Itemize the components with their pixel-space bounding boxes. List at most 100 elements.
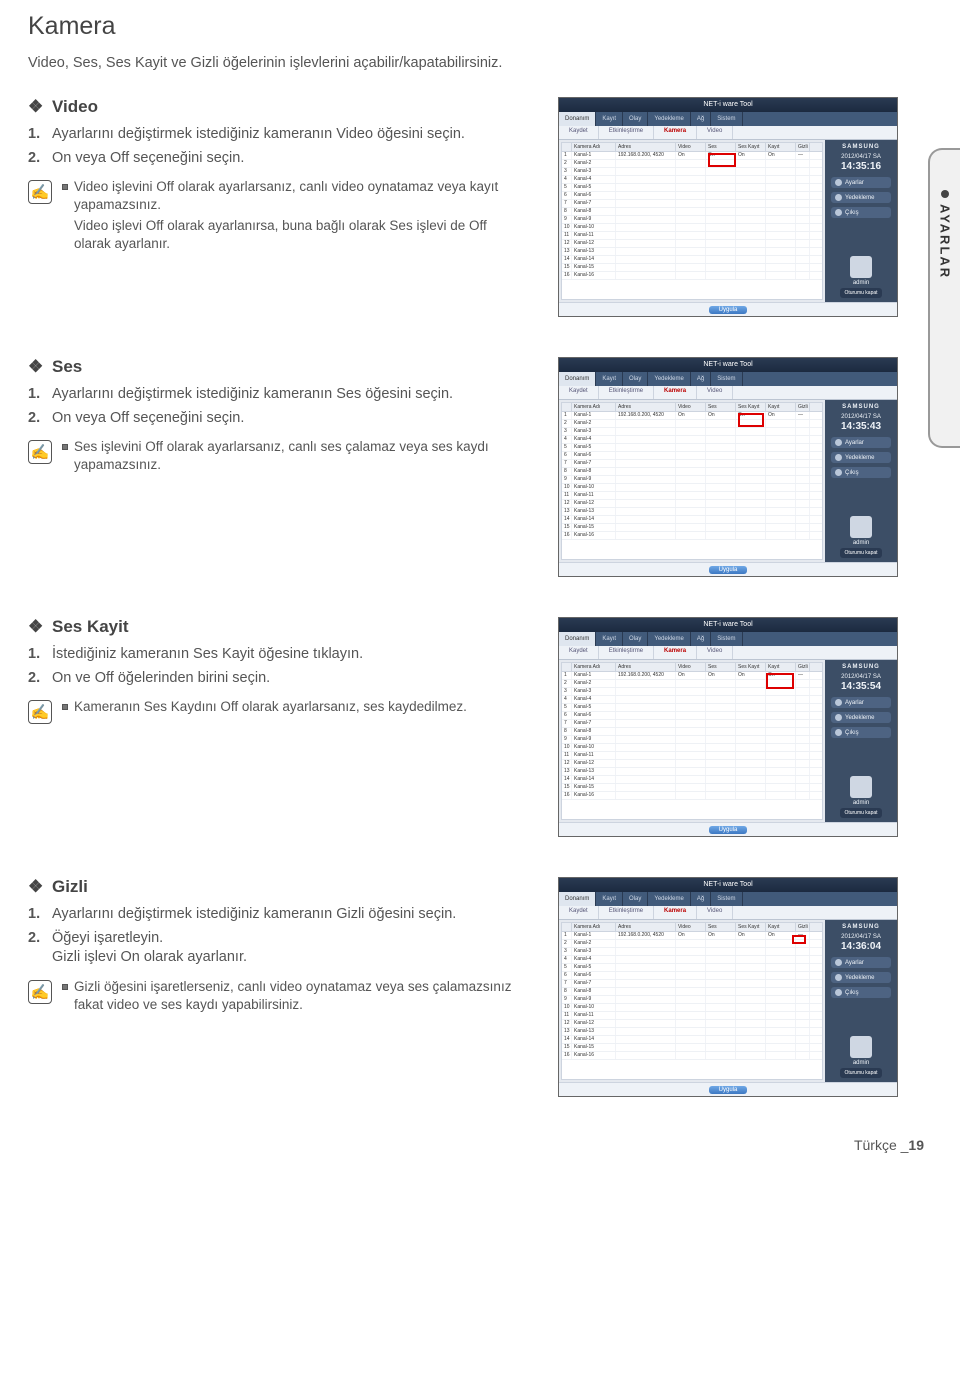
sub-tab[interactable]: Video — [697, 906, 733, 919]
grid-row[interactable]: 15Kanal-15 — [562, 264, 822, 272]
grid-row[interactable]: 12Kanal-12 — [562, 760, 822, 768]
grid-row[interactable]: 8Kanal-8 — [562, 468, 822, 476]
side-button[interactable]: Ayarlar — [831, 697, 891, 708]
grid-row[interactable]: 5Kanal-5 — [562, 704, 822, 712]
grid-row[interactable]: 1Kanal-1192.168.0.200, 4520OnOnOnOn— — [562, 932, 822, 940]
grid-row[interactable]: 5Kanal-5 — [562, 964, 822, 972]
grid-row[interactable]: 12Kanal-12 — [562, 240, 822, 248]
grid-row[interactable]: 5Kanal-5 — [562, 184, 822, 192]
top-tab[interactable]: Donanım — [559, 372, 596, 386]
sub-tab[interactable]: Kamera — [654, 386, 697, 399]
grid-row[interactable]: 13Kanal-13 — [562, 508, 822, 516]
grid-row[interactable]: 9Kanal-9 — [562, 476, 822, 484]
grid-row[interactable]: 10Kanal-10 — [562, 744, 822, 752]
side-button[interactable]: Yedekleme — [831, 972, 891, 983]
logout-button[interactable]: Oturumu kapat — [840, 288, 881, 298]
top-tab[interactable]: Sistem — [711, 112, 742, 126]
grid-row[interactable]: 16Kanal-16 — [562, 1052, 822, 1060]
top-tab[interactable]: Ağ — [691, 632, 711, 646]
grid-row[interactable]: 15Kanal-15 — [562, 784, 822, 792]
apply-button[interactable]: Uygula — [709, 826, 748, 834]
grid-row[interactable]: 16Kanal-16 — [562, 792, 822, 800]
grid-row[interactable]: 11Kanal-11 — [562, 1012, 822, 1020]
grid-row[interactable]: 15Kanal-15 — [562, 1044, 822, 1052]
apply-button[interactable]: Uygula — [709, 1086, 748, 1094]
grid-row[interactable]: 7Kanal-7 — [562, 980, 822, 988]
sub-tab[interactable]: Etkinleştirme — [599, 386, 654, 399]
grid-row[interactable]: 2Kanal-2 — [562, 160, 822, 168]
grid-row[interactable]: 9Kanal-9 — [562, 736, 822, 744]
grid-row[interactable]: 4Kanal-4 — [562, 176, 822, 184]
grid-row[interactable]: 8Kanal-8 — [562, 988, 822, 996]
grid-row[interactable]: 4Kanal-4 — [562, 696, 822, 704]
grid-row[interactable]: 10Kanal-10 — [562, 484, 822, 492]
grid-row[interactable]: 11Kanal-11 — [562, 752, 822, 760]
grid-row[interactable]: 12Kanal-12 — [562, 500, 822, 508]
top-tab[interactable]: Olay — [623, 372, 648, 386]
grid-row[interactable]: 10Kanal-10 — [562, 1004, 822, 1012]
top-tab[interactable]: Sistem — [711, 892, 742, 906]
top-tab[interactable]: Olay — [623, 892, 648, 906]
side-button[interactable]: Çıkış — [831, 207, 891, 218]
top-tab[interactable]: Kayıt — [596, 632, 623, 646]
top-tab[interactable]: Kayıt — [596, 892, 623, 906]
grid-row[interactable]: 14Kanal-14 — [562, 1036, 822, 1044]
top-tab[interactable]: Donanım — [559, 632, 596, 646]
side-button[interactable]: Yedekleme — [831, 452, 891, 463]
grid-row[interactable]: 15Kanal-15 — [562, 524, 822, 532]
top-tab[interactable]: Kayıt — [596, 112, 623, 126]
sub-tab[interactable]: Kamera — [654, 906, 697, 919]
side-button[interactable]: Çıkış — [831, 987, 891, 998]
grid-row[interactable]: 7Kanal-7 — [562, 720, 822, 728]
top-tab[interactable]: Yedekleme — [648, 892, 690, 906]
grid-row[interactable]: 11Kanal-11 — [562, 232, 822, 240]
grid-row[interactable]: 2Kanal-2 — [562, 940, 822, 948]
side-button[interactable]: Yedekleme — [831, 712, 891, 723]
sub-tab[interactable]: Etkinleştirme — [599, 126, 654, 139]
logout-button[interactable]: Oturumu kapat — [840, 808, 881, 818]
top-tab[interactable]: Yedekleme — [648, 372, 690, 386]
sub-tab[interactable]: Kaydet — [559, 386, 599, 399]
sub-tab[interactable]: Kamera — [654, 646, 697, 659]
side-button[interactable]: Ayarlar — [831, 177, 891, 188]
top-tab[interactable]: Donanım — [559, 892, 596, 906]
sub-tab[interactable]: Etkinleştirme — [599, 906, 654, 919]
grid-row[interactable]: 16Kanal-16 — [562, 272, 822, 280]
grid-row[interactable]: 14Kanal-14 — [562, 256, 822, 264]
logout-button[interactable]: Oturumu kapat — [840, 1068, 881, 1078]
sub-tab[interactable]: Kaydet — [559, 906, 599, 919]
sub-tab[interactable]: Video — [697, 126, 733, 139]
grid-row[interactable]: 9Kanal-9 — [562, 996, 822, 1004]
side-button[interactable]: Yedekleme — [831, 192, 891, 203]
top-tab[interactable]: Ağ — [691, 372, 711, 386]
top-tab[interactable]: Ağ — [691, 112, 711, 126]
grid-row[interactable]: 7Kanal-7 — [562, 200, 822, 208]
apply-button[interactable]: Uygula — [709, 566, 748, 574]
grid-row[interactable]: 4Kanal-4 — [562, 436, 822, 444]
top-tab[interactable]: Sistem — [711, 632, 742, 646]
side-button[interactable]: Ayarlar — [831, 437, 891, 448]
grid-row[interactable]: 2Kanal-2 — [562, 420, 822, 428]
sub-tab[interactable]: Video — [697, 646, 733, 659]
top-tab[interactable]: Yedekleme — [648, 112, 690, 126]
side-button[interactable]: Çıkış — [831, 727, 891, 738]
grid-row[interactable]: 6Kanal-6 — [562, 972, 822, 980]
side-button[interactable]: Ayarlar — [831, 957, 891, 968]
grid-row[interactable]: 3Kanal-3 — [562, 428, 822, 436]
grid-row[interactable]: 16Kanal-16 — [562, 532, 822, 540]
sub-tab[interactable]: Kamera — [654, 126, 697, 139]
grid-row[interactable]: 12Kanal-12 — [562, 1020, 822, 1028]
grid-row[interactable]: 3Kanal-3 — [562, 688, 822, 696]
grid-row[interactable]: 7Kanal-7 — [562, 460, 822, 468]
top-tab[interactable]: Kayıt — [596, 372, 623, 386]
grid-row[interactable]: 6Kanal-6 — [562, 452, 822, 460]
grid-row[interactable]: 3Kanal-3 — [562, 948, 822, 956]
grid-row[interactable]: 1Kanal-1192.168.0.200, 4520OnOnOnOn— — [562, 412, 822, 420]
top-tab[interactable]: Olay — [623, 112, 648, 126]
sub-tab[interactable]: Video — [697, 386, 733, 399]
grid-row[interactable]: 13Kanal-13 — [562, 248, 822, 256]
grid-row[interactable]: 13Kanal-13 — [562, 768, 822, 776]
side-button[interactable]: Çıkış — [831, 467, 891, 478]
grid-row[interactable]: 9Kanal-9 — [562, 216, 822, 224]
sub-tab[interactable]: Kaydet — [559, 126, 599, 139]
